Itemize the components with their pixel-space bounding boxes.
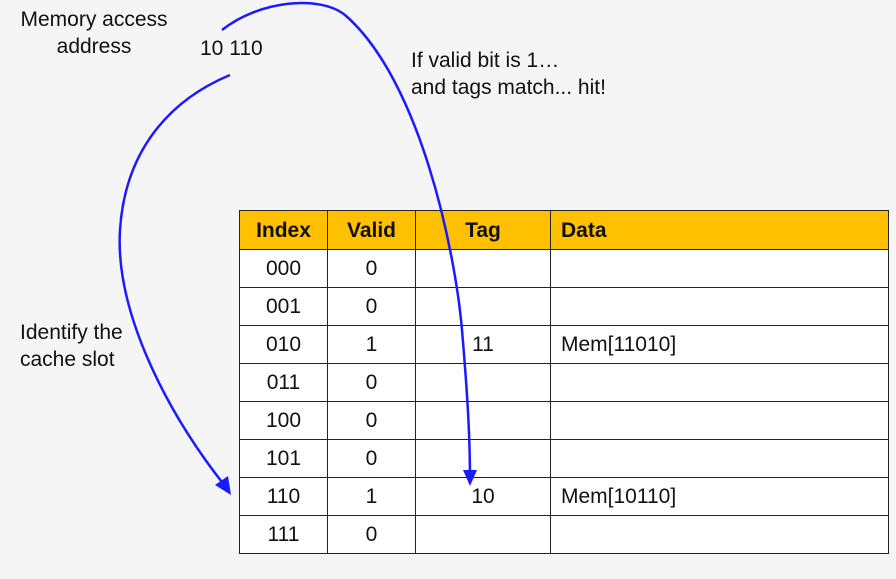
cell-data: Mem[10110]	[550, 477, 889, 516]
cell-data	[550, 249, 889, 288]
cell-tag	[415, 287, 551, 326]
cell-valid: 0	[327, 249, 416, 288]
cell-index: 010	[239, 325, 328, 364]
cell-valid: 0	[327, 439, 416, 478]
cell-index: 000	[239, 249, 328, 288]
cache-table: Index Valid Tag Data 000 0 001 0 010 1 1…	[239, 210, 889, 554]
cell-valid: 1	[327, 477, 416, 516]
cell-tag: 11	[415, 325, 551, 364]
table-row: 000 0	[239, 249, 889, 288]
address-value: 10 110	[200, 37, 263, 60]
cell-valid: 1	[327, 325, 416, 364]
hit-label-line-2: and tags match... hit!	[411, 76, 606, 99]
table-row: 011 0	[239, 363, 889, 402]
table-row: 001 0	[239, 287, 889, 326]
cell-data: Mem[11010]	[550, 325, 889, 364]
slot-identify-arrow	[118, 73, 231, 487]
cell-data	[550, 363, 889, 402]
memory-label-line-2: address	[56, 35, 132, 58]
cell-index: 110	[239, 477, 328, 516]
table-row: 010 1 11 Mem[11010]	[239, 325, 889, 364]
cell-tag	[415, 363, 551, 402]
cell-tag	[415, 439, 551, 478]
cell-index: 101	[239, 439, 328, 478]
cell-valid: 0	[327, 515, 416, 554]
cell-data	[550, 287, 889, 326]
memory-access-address-label: Memory access address	[8, 6, 180, 60]
cell-tag	[415, 249, 551, 288]
slot-label-line-1: Identify the	[20, 321, 123, 344]
header-valid: Valid	[327, 210, 416, 250]
cell-valid: 0	[327, 363, 416, 402]
cell-tag: 10	[415, 477, 551, 516]
memory-label-line-1: Memory access	[20, 8, 168, 31]
cell-index: 011	[239, 363, 328, 402]
cell-valid: 0	[327, 401, 416, 440]
table-row: 101 0	[239, 439, 889, 478]
cell-tag	[415, 401, 551, 440]
cell-data	[550, 439, 889, 478]
cell-index: 001	[239, 287, 328, 326]
cell-data	[550, 401, 889, 440]
table-row: 100 0	[239, 401, 889, 440]
identify-slot-label: Identify the cache slot	[20, 319, 123, 373]
cell-tag	[415, 515, 551, 554]
cell-index: 100	[239, 401, 328, 440]
cell-valid: 0	[327, 287, 416, 326]
header-tag: Tag	[415, 210, 551, 250]
cell-data	[550, 515, 889, 554]
cell-index: 111	[239, 515, 328, 554]
slot-identify-arrowhead-icon	[215, 476, 231, 495]
hit-condition-label: If valid bit is 1… and tags match... hit…	[411, 47, 606, 101]
hit-label-line-1: If valid bit is 1…	[411, 49, 560, 72]
table-header-row: Index Valid Tag Data	[239, 210, 889, 250]
table-row: 110 1 10 Mem[10110]	[239, 477, 889, 516]
table-row: 111 0	[239, 515, 889, 554]
header-index: Index	[239, 210, 328, 250]
slot-label-line-2: cache slot	[20, 348, 115, 371]
header-data: Data	[550, 210, 889, 250]
